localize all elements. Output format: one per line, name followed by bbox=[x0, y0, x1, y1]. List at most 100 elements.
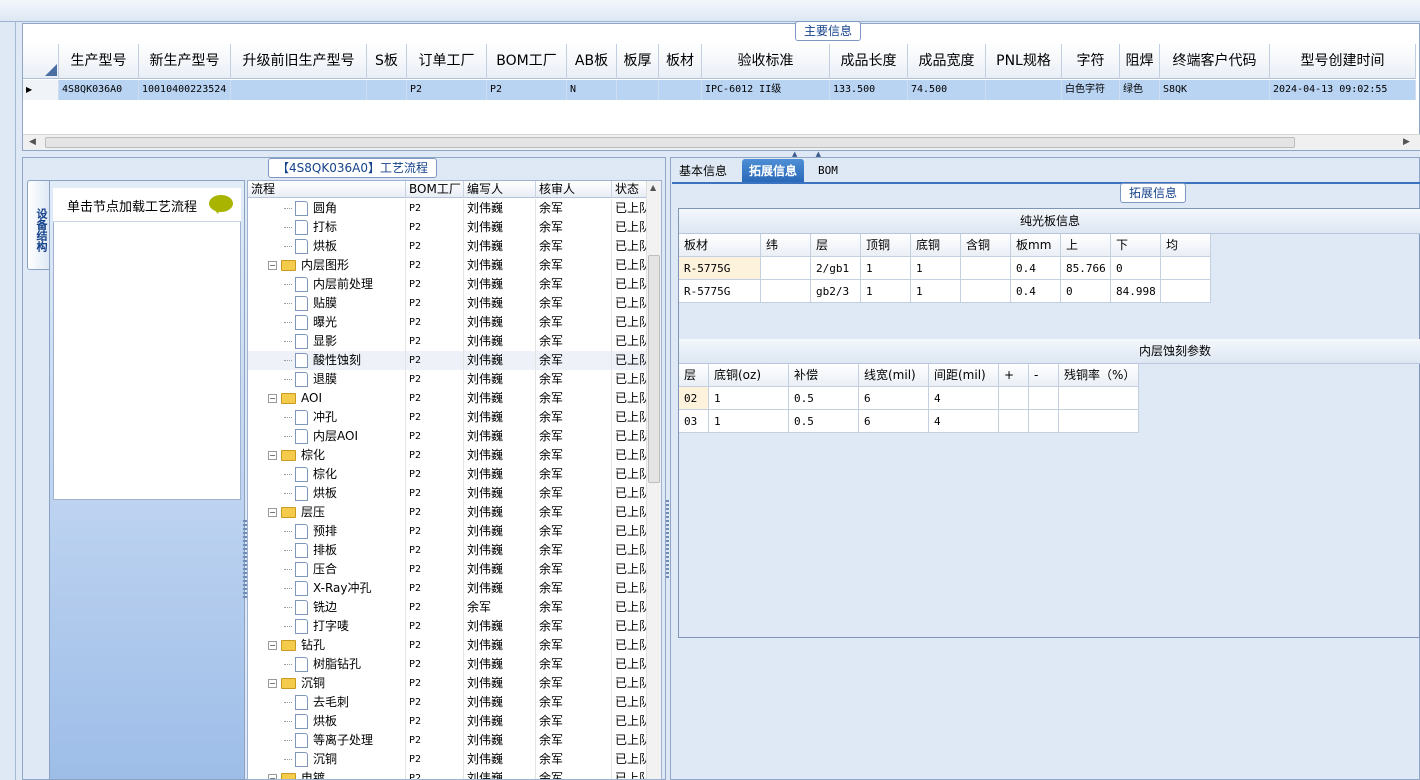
main-cell[interactable]: P2 bbox=[407, 80, 487, 100]
grid-col-header[interactable]: 线宽(mil) bbox=[859, 364, 929, 387]
tree-cell-reviewer[interactable]: 余军 bbox=[536, 275, 612, 294]
grid-cell[interactable]: R-5775G bbox=[679, 257, 761, 280]
tree-cell-bom[interactable]: P2 bbox=[406, 275, 464, 294]
main-col-header[interactable]: AB板 bbox=[567, 44, 617, 79]
collapse-icon[interactable]: − bbox=[268, 774, 277, 779]
tree-cell-process[interactable]: − 层压 bbox=[248, 503, 406, 522]
tree-cell-writer[interactable]: 刘伟巍 bbox=[464, 313, 536, 332]
tree-cell-bom[interactable]: P2 bbox=[406, 446, 464, 465]
tree-cell-writer[interactable]: 刘伟巍 bbox=[464, 484, 536, 503]
tree-cell-process[interactable]: 压合 bbox=[248, 560, 406, 579]
row-selector[interactable]: ▶ bbox=[23, 80, 59, 100]
tree-cell-process[interactable]: 显影 bbox=[248, 332, 406, 351]
tree-cell-writer[interactable]: 刘伟巍 bbox=[464, 370, 536, 389]
main-col-header[interactable]: 订单工厂 bbox=[407, 44, 487, 79]
tree-cell-writer[interactable]: 刘伟巍 bbox=[464, 199, 536, 218]
tree-row[interactable]: 显影 P2 刘伟巍 余军 已上队 bbox=[248, 332, 652, 351]
tree-cell-writer[interactable]: 刘伟巍 bbox=[464, 579, 536, 598]
tree-cell-process[interactable]: 冲孔 bbox=[248, 408, 406, 427]
main-cell[interactable]: 4S8QK036A0 bbox=[59, 80, 139, 100]
main-cell[interactable] bbox=[367, 80, 407, 100]
grid-cell[interactable]: 0 bbox=[1111, 257, 1161, 280]
tree-cell-bom[interactable]: P2 bbox=[406, 503, 464, 522]
vertical-scrollbar[interactable]: ▲ bbox=[646, 181, 661, 779]
scroll-thumb[interactable] bbox=[648, 255, 660, 483]
tab-basic-info[interactable]: 基本信息 bbox=[672, 159, 734, 183]
main-cell[interactable]: 2024-04-13 09:02:55 bbox=[1270, 80, 1416, 100]
tree-cell-process[interactable]: 树脂钻孔 bbox=[248, 655, 406, 674]
collapse-icon[interactable]: − bbox=[268, 641, 277, 650]
tree-cell-writer[interactable]: 刘伟巍 bbox=[464, 541, 536, 560]
tree-cell-bom[interactable]: P2 bbox=[406, 256, 464, 275]
tree-cell-bom[interactable]: P2 bbox=[406, 769, 464, 779]
tree-row[interactable]: 烘板 P2 刘伟巍 余军 已上队 bbox=[248, 484, 652, 503]
tree-cell-writer[interactable]: 刘伟巍 bbox=[464, 427, 536, 446]
main-col-header[interactable]: 验收标准 bbox=[702, 44, 830, 79]
tree-cell-bom[interactable]: P2 bbox=[406, 218, 464, 237]
tree-cell-reviewer[interactable]: 余军 bbox=[536, 674, 612, 693]
tree-cell-process[interactable]: 棕化 bbox=[248, 465, 406, 484]
tree-row[interactable]: 打字唛 P2 刘伟巍 余军 已上队 bbox=[248, 617, 652, 636]
grid-cell[interactable] bbox=[961, 257, 1011, 280]
tree-cell-writer[interactable]: 刘伟巍 bbox=[464, 408, 536, 427]
tree-cell-reviewer[interactable]: 余军 bbox=[536, 636, 612, 655]
grid-cell[interactable]: 2/gb1 bbox=[811, 257, 861, 280]
tree-cell-process[interactable]: 烘板 bbox=[248, 484, 406, 503]
tree-cell-reviewer[interactable]: 余军 bbox=[536, 769, 612, 779]
tree-row[interactable]: 去毛刺 P2 刘伟巍 余军 已上队 bbox=[248, 693, 652, 712]
tree-cell-reviewer[interactable]: 余军 bbox=[536, 370, 612, 389]
tree-cell-writer[interactable]: 刘伟巍 bbox=[464, 237, 536, 256]
tree-cell-process[interactable]: 内层AOI bbox=[248, 427, 406, 446]
scroll-up-icon[interactable]: ▲ bbox=[650, 183, 656, 192]
tree-col-header[interactable]: BOM工厂 bbox=[406, 181, 464, 198]
tree-cell-bom[interactable]: P2 bbox=[406, 579, 464, 598]
grid-col-header[interactable]: - bbox=[1029, 364, 1059, 387]
tree-row[interactable]: − 钻孔 P2 刘伟巍 余军 已上队 bbox=[248, 636, 652, 655]
tree-cell-process[interactable]: 曝光 bbox=[248, 313, 406, 332]
tree-cell-process[interactable]: − 棕化 bbox=[248, 446, 406, 465]
grid-cell[interactable] bbox=[1059, 410, 1139, 433]
main-cell[interactable]: 74.500 bbox=[908, 80, 986, 100]
tree-row[interactable]: − 内层图形 P2 刘伟巍 余军 已上队 bbox=[248, 256, 652, 275]
grid-cell[interactable]: 6 bbox=[859, 387, 929, 410]
tree-cell-reviewer[interactable]: 余军 bbox=[536, 199, 612, 218]
tree-cell-writer[interactable]: 刘伟巍 bbox=[464, 674, 536, 693]
tree-cell-bom[interactable]: P2 bbox=[406, 351, 464, 370]
grid-cell[interactable]: 1 bbox=[911, 257, 961, 280]
tree-cell-bom[interactable]: P2 bbox=[406, 370, 464, 389]
grid-cell[interactable] bbox=[761, 280, 811, 303]
main-col-header[interactable]: 板材 bbox=[659, 44, 702, 79]
main-cell[interactable] bbox=[659, 80, 702, 100]
tree-cell-bom[interactable]: P2 bbox=[406, 712, 464, 731]
tree-cell-process[interactable]: 退膜 bbox=[248, 370, 406, 389]
grid-cell[interactable]: 4 bbox=[929, 410, 999, 433]
tree-cell-process[interactable]: 排板 bbox=[248, 541, 406, 560]
grid-col-header[interactable]: 层 bbox=[811, 234, 861, 257]
tree-cell-process[interactable]: 等离子处理 bbox=[248, 731, 406, 750]
tree-cell-bom[interactable]: P2 bbox=[406, 731, 464, 750]
tree-cell-reviewer[interactable]: 余军 bbox=[536, 712, 612, 731]
tree-cell-process[interactable]: 圆角 bbox=[248, 199, 406, 218]
grid-cell[interactable]: 0.5 bbox=[789, 410, 859, 433]
grid-cell[interactable] bbox=[1059, 387, 1139, 410]
tree-cell-writer[interactable]: 刘伟巍 bbox=[464, 332, 536, 351]
tree-cell-reviewer[interactable]: 余军 bbox=[536, 693, 612, 712]
tree-cell-reviewer[interactable]: 余军 bbox=[536, 427, 612, 446]
tree-cell-process[interactable]: 烘板 bbox=[248, 712, 406, 731]
tree-row[interactable]: 预排 P2 刘伟巍 余军 已上队 bbox=[248, 522, 652, 541]
grid-cell[interactable] bbox=[1029, 410, 1059, 433]
grid-cell[interactable]: 85.766 bbox=[1061, 257, 1111, 280]
grid-cell[interactable]: 4 bbox=[929, 387, 999, 410]
grid-cell[interactable]: 02 bbox=[679, 387, 709, 410]
tree-cell-bom[interactable]: P2 bbox=[406, 560, 464, 579]
grid-cell[interactable] bbox=[1161, 280, 1211, 303]
tree-cell-reviewer[interactable]: 余军 bbox=[536, 256, 612, 275]
tree-cell-reviewer[interactable]: 余军 bbox=[536, 655, 612, 674]
main-col-header[interactable]: 字符 bbox=[1062, 44, 1120, 79]
tree-cell-bom[interactable]: P2 bbox=[406, 674, 464, 693]
tree-cell-process[interactable]: − AOI bbox=[248, 389, 406, 408]
grid-col-header[interactable]: 上 bbox=[1061, 234, 1111, 257]
collapse-icon[interactable]: − bbox=[268, 451, 277, 460]
tree-cell-writer[interactable]: 刘伟巍 bbox=[464, 389, 536, 408]
main-cell[interactable]: N bbox=[567, 80, 617, 100]
